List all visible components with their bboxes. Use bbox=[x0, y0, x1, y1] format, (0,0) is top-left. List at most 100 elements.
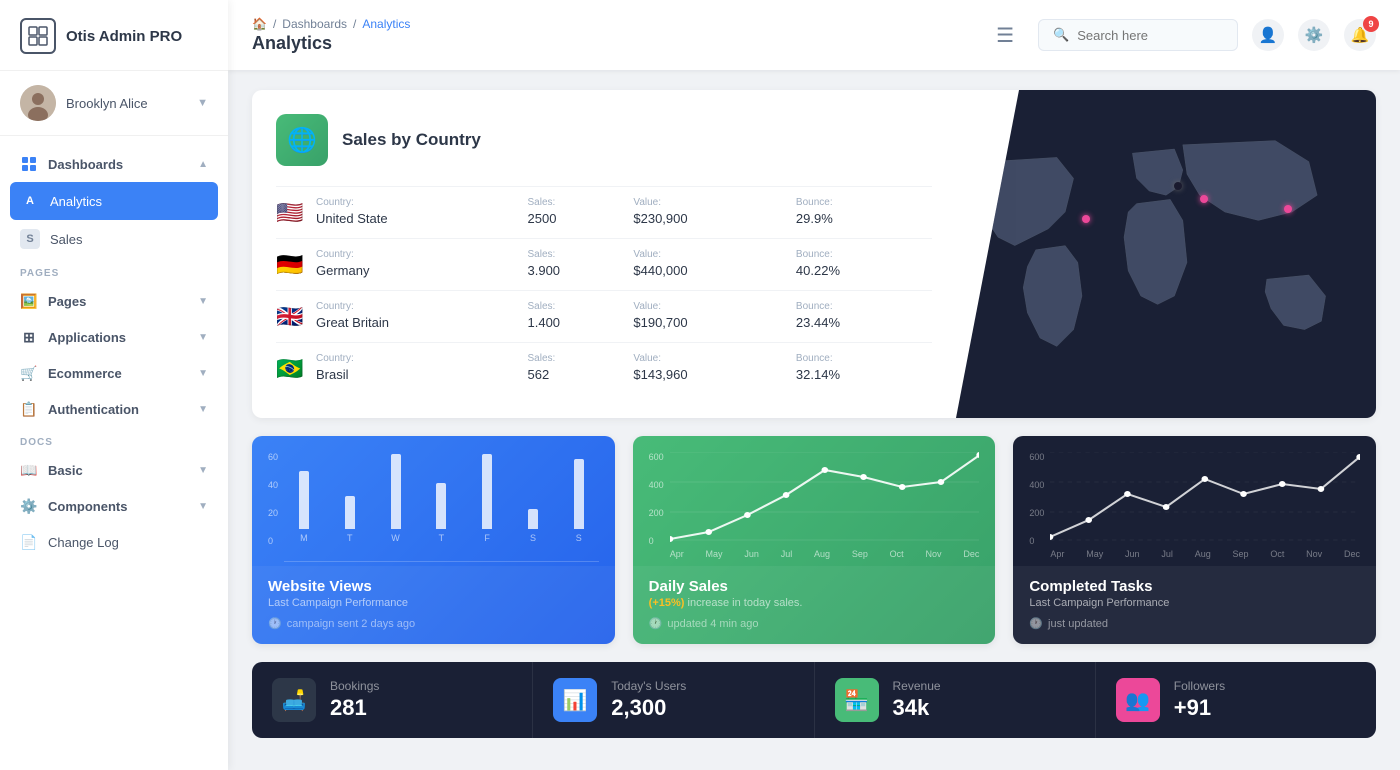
stat-item: 📊 Today's Users 2,300 bbox=[533, 662, 814, 738]
changelog-icon: 📄 bbox=[20, 533, 38, 551]
breadcrumb-sep-2: / bbox=[353, 17, 356, 31]
breadcrumb-dashboards[interactable]: Dashboards bbox=[282, 17, 347, 31]
website-views-info: Website Views Last Campaign Performance … bbox=[252, 566, 615, 644]
stat-icon: 🏪 bbox=[835, 678, 879, 722]
sidebar-item-sales[interactable]: S Sales bbox=[0, 220, 228, 258]
components-chevron-icon: ▼ bbox=[198, 501, 208, 512]
website-views-chart: 60 40 20 0 M T bbox=[252, 436, 615, 566]
notification-badge: 9 bbox=[1363, 16, 1379, 32]
breadcrumb-sep-1: / bbox=[273, 17, 276, 31]
sales-card-left: 🌐 Sales by Country 🇺🇸 Country: United St… bbox=[252, 90, 956, 418]
country-table: 🇺🇸 Country: United State Sales: 2500 Val… bbox=[276, 186, 932, 394]
sidebar-item-analytics[interactable]: A Analytics bbox=[10, 182, 218, 220]
ecommerce-chevron-icon: ▼ bbox=[198, 368, 208, 379]
user-profile[interactable]: Brooklyn Alice ▼ bbox=[0, 71, 228, 136]
page-content: 🌐 Sales by Country 🇺🇸 Country: United St… bbox=[228, 70, 1400, 770]
daily-sales-chart: 600 400 200 0 bbox=[633, 436, 996, 566]
world-map bbox=[956, 90, 1376, 418]
menu-toggle-button[interactable]: ☰ bbox=[988, 19, 1022, 52]
stat-icon: 🛋️ bbox=[272, 678, 316, 722]
stat-value: +91 bbox=[1174, 695, 1225, 721]
sidebar-item-applications[interactable]: ⊞ Applications ▼ bbox=[0, 319, 228, 355]
basic-label: Basic bbox=[48, 463, 188, 478]
authentication-icon: 📋 bbox=[20, 400, 38, 418]
table-row: 🇧🇷 Country: Brasil Sales: 562 Value: $14… bbox=[276, 343, 932, 395]
dashboards-label: Dashboards bbox=[48, 157, 188, 172]
notifications-button[interactable]: 🔔 9 bbox=[1344, 19, 1376, 51]
user-account-button[interactable]: 👤 bbox=[1252, 19, 1284, 51]
charts-row: 60 40 20 0 M T bbox=[252, 436, 1376, 644]
stat-value: 2,300 bbox=[611, 695, 686, 721]
completed-tasks-subtitle: Last Campaign Performance bbox=[1029, 597, 1360, 609]
completed-tasks-info: Completed Tasks Last Campaign Performanc… bbox=[1013, 566, 1376, 644]
stat-value: 34k bbox=[893, 695, 941, 721]
pages-section-label: PAGES bbox=[0, 258, 228, 283]
table-row: 🇬🇧 Country: Great Britain Sales: 1.400 V… bbox=[276, 291, 932, 343]
main-content: 🏠 / Dashboards / Analytics Analytics ☰ 🔍… bbox=[228, 0, 1400, 770]
sidebar-item-ecommerce[interactable]: 🛒 Ecommerce ▼ bbox=[0, 355, 228, 391]
home-icon: 🏠 bbox=[252, 17, 267, 31]
sales-label: Sales bbox=[50, 232, 208, 247]
sidebar-item-pages[interactable]: 🖼️ Pages ▼ bbox=[0, 283, 228, 319]
applications-icon: ⊞ bbox=[20, 328, 38, 346]
ecommerce-icon: 🛒 bbox=[20, 364, 38, 382]
header: 🏠 / Dashboards / Analytics Analytics ☰ 🔍… bbox=[228, 0, 1400, 70]
sales-card-header: 🌐 Sales by Country bbox=[276, 114, 932, 166]
pages-label: Pages bbox=[48, 294, 188, 309]
breadcrumb: 🏠 / Dashboards / Analytics Analytics bbox=[252, 17, 972, 54]
search-box[interactable]: 🔍 bbox=[1038, 19, 1238, 51]
stat-item: 🛋️ Bookings 281 bbox=[252, 662, 533, 738]
settings-button[interactable]: ⚙️ bbox=[1298, 19, 1330, 51]
sales-card-title: Sales by Country bbox=[342, 130, 481, 150]
pages-icon: 🖼️ bbox=[20, 292, 38, 310]
stat-label: Revenue bbox=[893, 679, 941, 693]
completed-tasks-card: 600 400 200 0 bbox=[1013, 436, 1376, 644]
stat-item: 👥 Followers +91 bbox=[1096, 662, 1376, 738]
table-row: 🇺🇸 Country: United State Sales: 2500 Val… bbox=[276, 187, 932, 239]
basic-icon: 📖 bbox=[20, 461, 38, 479]
sidebar-item-authentication[interactable]: 📋 Authentication ▼ bbox=[0, 391, 228, 427]
table-row: 🇩🇪 Country: Germany Sales: 3.900 Value: … bbox=[276, 239, 932, 291]
stat-value: 281 bbox=[330, 695, 379, 721]
applications-chevron-icon: ▼ bbox=[198, 332, 208, 343]
sidebar-item-components[interactable]: ⚙️ Components ▼ bbox=[0, 488, 228, 524]
completed-tasks-chart: 600 400 200 0 bbox=[1013, 436, 1376, 566]
page-title: Analytics bbox=[252, 33, 410, 54]
breadcrumb-analytics: Analytics bbox=[362, 17, 410, 31]
changelog-label: Change Log bbox=[48, 535, 208, 550]
stat-icon: 👥 bbox=[1116, 678, 1160, 722]
basic-chevron-icon: ▼ bbox=[198, 465, 208, 476]
stat-label: Followers bbox=[1174, 679, 1225, 693]
completed-tasks-footer: 🕐 just updated bbox=[1029, 617, 1360, 630]
sidebar-logo: Otis Admin PRO bbox=[0, 0, 228, 71]
website-views-footer: 🕐 campaign sent 2 days ago bbox=[268, 617, 599, 630]
sidebar: Otis Admin PRO Brooklyn Alice ▼ Das bbox=[0, 0, 228, 770]
sidebar-item-basic[interactable]: 📖 Basic ▼ bbox=[0, 452, 228, 488]
daily-sales-card: 600 400 200 0 bbox=[633, 436, 996, 644]
docs-section-label: DOCS bbox=[0, 427, 228, 452]
website-views-title: Website Views bbox=[268, 578, 599, 595]
stat-label: Today's Users bbox=[611, 679, 686, 693]
sidebar-nav: Dashboards ▲ A Analytics S Sales PAGES 🖼… bbox=[0, 136, 228, 770]
website-views-card: 60 40 20 0 M T bbox=[252, 436, 615, 644]
avatar bbox=[20, 85, 56, 121]
user-name: Brooklyn Alice bbox=[66, 96, 187, 111]
stat-label: Bookings bbox=[330, 679, 379, 693]
daily-sales-subtitle: (+15%) increase in today sales. bbox=[649, 597, 980, 609]
sidebar-item-dashboards[interactable]: Dashboards ▲ bbox=[0, 146, 228, 182]
globe-icon: 🌐 bbox=[276, 114, 328, 166]
dashboards-icon bbox=[20, 155, 38, 173]
stat-icon: 📊 bbox=[553, 678, 597, 722]
search-input[interactable] bbox=[1077, 28, 1207, 43]
sales-by-country-card: 🌐 Sales by Country 🇺🇸 Country: United St… bbox=[252, 90, 1376, 418]
website-views-subtitle: Last Campaign Performance bbox=[268, 597, 599, 609]
applications-label: Applications bbox=[48, 330, 188, 345]
completed-tasks-title: Completed Tasks bbox=[1029, 578, 1360, 595]
sidebar-item-changelog[interactable]: 📄 Change Log bbox=[0, 524, 228, 560]
logo-icon bbox=[20, 18, 56, 54]
daily-sales-footer: 🕐 updated 4 min ago bbox=[649, 617, 980, 630]
components-icon: ⚙️ bbox=[20, 497, 38, 515]
analytics-badge: A bbox=[20, 191, 40, 211]
dashboards-chevron-icon: ▲ bbox=[198, 159, 208, 170]
stat-item: 🏪 Revenue 34k bbox=[815, 662, 1096, 738]
